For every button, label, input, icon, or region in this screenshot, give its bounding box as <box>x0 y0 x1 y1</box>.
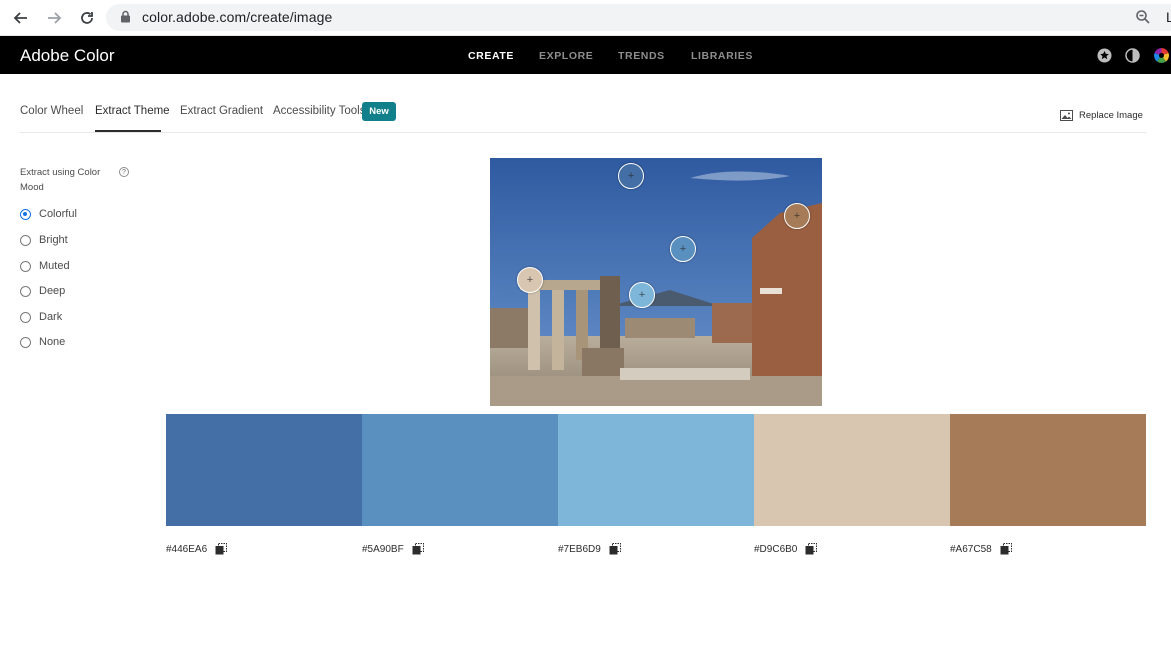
mood-option-colorful[interactable]: Colorful <box>20 208 77 220</box>
mood-option-bright[interactable]: Bright <box>20 234 68 246</box>
tab-extract-theme[interactable]: Extract Theme <box>95 105 170 117</box>
swatch-5[interactable] <box>950 414 1146 526</box>
star-icon[interactable] <box>1097 48 1112 63</box>
brand-title[interactable]: Adobe Color <box>20 46 115 66</box>
mood-option-label: Bright <box>39 234 68 246</box>
swatch-3[interactable] <box>558 414 754 526</box>
reload-icon <box>81 12 93 24</box>
mood-option-label: Colorful <box>39 208 77 220</box>
mood-heading: Extract using Color Mood <box>20 167 101 193</box>
copy-icon[interactable] <box>805 543 818 555</box>
app-header: Adobe Color CREATE EXPLORE TRENDS LIBRAR… <box>0 36 1171 74</box>
color-picker-5[interactable]: + <box>784 203 810 229</box>
forward-arrow-icon <box>48 12 62 24</box>
new-badge: New <box>362 102 396 121</box>
nav-libraries[interactable]: LIBRARIES <box>691 50 753 62</box>
hex-value[interactable]: #D9C6B0 <box>754 544 797 555</box>
hex-label-5: #A67C58 <box>950 543 1012 555</box>
color-wheel-icon[interactable] <box>1154 48 1169 63</box>
hex-label-1: #446EA6 <box>166 543 228 555</box>
radio-unselected[interactable] <box>20 336 31 348</box>
radio-unselected[interactable] <box>20 260 31 272</box>
color-theme-swatches <box>166 414 1146 526</box>
radio-unselected[interactable] <box>20 234 31 246</box>
nav-create[interactable]: CREATE <box>468 50 514 62</box>
hex-label-2: #5A90BF <box>362 543 424 555</box>
forward-button[interactable] <box>42 6 66 30</box>
back-button[interactable] <box>9 6 33 30</box>
lock-icon <box>121 10 130 23</box>
copy-icon[interactable] <box>1000 543 1012 555</box>
swatch-1[interactable] <box>166 414 362 526</box>
copy-icon[interactable] <box>412 543 424 555</box>
zoom-icon[interactable] <box>1135 9 1151 25</box>
tab-extract-gradient[interactable]: Extract Gradient <box>180 105 263 117</box>
browser-toolbar: color.adobe.com/create/image L <box>0 0 1171 36</box>
color-picker-4[interactable]: + <box>517 267 543 293</box>
hex-label-3: #7EB6D9 <box>558 543 621 555</box>
mood-option-dark[interactable]: Dark <box>20 311 62 323</box>
back-arrow-icon <box>13 12 27 24</box>
color-picker-1[interactable]: + <box>618 163 644 189</box>
mood-option-deep[interactable]: Deep <box>20 285 65 297</box>
replace-image-label: Replace Image <box>1079 110 1143 121</box>
reload-button[interactable] <box>75 6 99 30</box>
copy-icon[interactable] <box>609 543 621 555</box>
swatch-2[interactable] <box>362 414 558 526</box>
mood-option-label: Dark <box>39 311 63 323</box>
mood-option-muted[interactable]: Muted <box>20 260 70 272</box>
source-image[interactable]: + + + + + <box>490 158 822 406</box>
tab-color-wheel[interactable]: Color Wheel <box>20 105 83 117</box>
color-picker-2[interactable]: + <box>670 236 696 262</box>
mood-option-label: Deep <box>39 285 66 297</box>
copy-icon[interactable] <box>215 543 228 555</box>
theme-toggle-icon[interactable] <box>1125 48 1140 63</box>
mood-option-label: Muted <box>39 260 70 272</box>
browser-edge-glyph: L <box>1166 9 1171 25</box>
hex-value[interactable]: #A67C58 <box>950 544 992 555</box>
tabs-divider <box>20 132 1146 133</box>
hex-value[interactable]: #7EB6D9 <box>558 544 601 555</box>
hex-value[interactable]: #446EA6 <box>166 544 207 555</box>
radio-unselected[interactable] <box>20 311 31 323</box>
tab-accessibility-tools[interactable]: Accessibility Tools <box>273 105 365 117</box>
hex-label-4: #D9C6B0 <box>754 543 818 555</box>
hex-value[interactable]: #5A90BF <box>362 544 404 555</box>
nav-explore[interactable]: EXPLORE <box>539 50 593 62</box>
url-text[interactable]: color.adobe.com/create/image <box>142 9 332 25</box>
radio-selected[interactable] <box>20 208 31 220</box>
nav-trends[interactable]: TRENDS <box>618 50 665 62</box>
help-icon[interactable]: ? <box>119 167 129 177</box>
swatch-4[interactable] <box>754 414 950 526</box>
radio-unselected[interactable] <box>20 285 31 297</box>
replace-image-button[interactable]: Replace Image <box>1060 110 1143 121</box>
color-picker-3[interactable]: + <box>629 282 655 308</box>
mood-option-label: None <box>39 336 66 348</box>
image-icon <box>1060 110 1073 121</box>
mood-option-none[interactable]: None <box>20 336 65 348</box>
